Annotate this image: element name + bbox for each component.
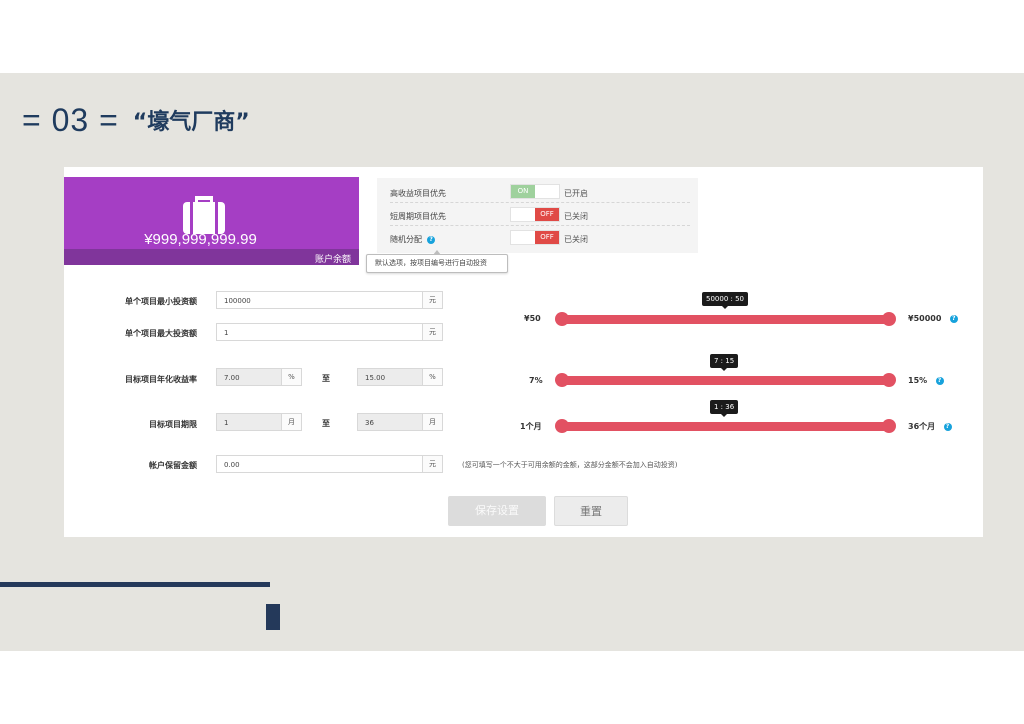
unit-yuan: 元	[422, 292, 442, 308]
slider-amount-max: ¥50000 ?	[908, 314, 958, 323]
toggle-short-term[interactable]: OFF	[510, 207, 560, 222]
reserve-input[interactable]: 0.00 元	[216, 455, 443, 473]
term-from-value: 1	[224, 419, 229, 427]
rate-to-input[interactable]: 15.00 %	[357, 368, 443, 386]
briefcase-icon	[183, 196, 225, 234]
slider-term-track[interactable]	[562, 422, 889, 431]
slider-term-min: 1个月	[520, 422, 542, 431]
reserve-label: 帐户保留金额	[149, 461, 197, 470]
random-tooltip: 默认选项，按项目编号进行自动投资	[366, 250, 508, 273]
term-from-input[interactable]: 1 月	[216, 413, 302, 431]
slider-term-max-handle[interactable]	[882, 419, 896, 433]
unit-yuan: 元	[422, 456, 442, 472]
slide-heading: = 03 = “壕气厂商”	[22, 100, 250, 140]
term-to-value: 36	[365, 419, 374, 427]
rate-to-value: 15.00	[365, 374, 386, 382]
slider-amount-track[interactable]	[562, 315, 889, 324]
slider-rate-bubble: 7 : 15	[710, 354, 739, 371]
slider-rate-max-handle[interactable]	[882, 373, 896, 387]
slider-term-bubble: 1 : 36	[710, 400, 739, 417]
unit-percent: %	[422, 369, 442, 385]
slider-rate-max-text: 15%	[908, 376, 928, 385]
rate-from-input[interactable]: 7.00 %	[216, 368, 302, 386]
option-short-term: 短周期项目优先 OFF 已关闭	[390, 203, 690, 226]
slider-rate-min-handle[interactable]	[555, 373, 569, 387]
toggle-random[interactable]: OFF	[510, 230, 560, 245]
reset-button[interactable]: 重置	[554, 496, 628, 526]
toggle-on-label: ON	[511, 185, 535, 198]
slider-amount-max-handle[interactable]	[882, 312, 896, 326]
slider-term-max: 36个月 ?	[908, 421, 952, 432]
slider-amount-max-text: ¥50000	[908, 314, 942, 323]
option-high-yield: 高收益项目优先 ON 已开启	[390, 180, 690, 203]
toggle-off-label: OFF	[535, 208, 559, 221]
min-invest-label: 单个项目最小投资额	[125, 297, 197, 306]
term-label: 目标项目期限	[149, 420, 197, 429]
auto-invest-panel: ¥999,999,999.99 账户余额 高收益项目优先 ON 已开启 短周期项…	[64, 167, 983, 537]
option-status: 已开启	[564, 189, 588, 198]
slider-rate-max: 15% ?	[908, 376, 944, 385]
toggle-off-label: OFF	[535, 231, 559, 244]
min-invest-value: 100000	[224, 297, 251, 305]
min-invest-input[interactable]: 100000 元	[216, 291, 443, 309]
max-invest-value: 1	[224, 329, 229, 337]
help-icon[interactable]: ?	[943, 422, 952, 431]
toggle-high-yield[interactable]: ON	[510, 184, 560, 199]
rate-label: 目标项目年化收益率	[125, 375, 197, 384]
slider-rate-track[interactable]	[562, 376, 889, 385]
option-label-text: 随机分配	[390, 235, 422, 244]
slider-amount-bubble: 50000 : 50	[702, 292, 748, 309]
slider-term-min-handle[interactable]	[555, 419, 569, 433]
option-status: 已关闭	[564, 235, 588, 244]
slide-number: = 03 =	[22, 101, 119, 138]
max-invest-input[interactable]: 1 元	[216, 323, 443, 341]
option-label: 随机分配 ?	[390, 234, 436, 245]
slide-title: “壕气厂商”	[132, 110, 250, 135]
save-button[interactable]: 保存设置	[448, 496, 546, 526]
balance-card: ¥999,999,999.99 账户余额	[64, 177, 359, 265]
decor-block	[266, 604, 280, 630]
slider-rate-min: 7%	[529, 376, 543, 385]
help-icon[interactable]: ?	[427, 235, 436, 244]
reserve-note: (您可填写一个不大于可用余额的金额，这部分金额不会加入自动投资)	[462, 461, 678, 469]
option-status: 已关闭	[564, 212, 588, 221]
unit-percent: %	[281, 369, 301, 385]
range-to-label: 至	[322, 419, 330, 428]
reserve-value: 0.00	[224, 461, 240, 469]
help-icon[interactable]: ?	[935, 376, 944, 385]
option-random: 随机分配 ? OFF 已关闭	[390, 226, 690, 249]
unit-yuan: 元	[422, 324, 442, 340]
unit-month: 月	[422, 414, 442, 430]
slider-amount-min-handle[interactable]	[555, 312, 569, 326]
max-invest-label: 单个项目最大投资额	[125, 329, 197, 338]
slider-amount-min: ¥50	[524, 314, 541, 323]
range-to-label: 至	[322, 374, 330, 383]
help-icon[interactable]: ?	[949, 314, 958, 323]
slider-term-max-text: 36个月	[908, 422, 936, 431]
priority-options: 高收益项目优先 ON 已开启 短周期项目优先 OFF 已关闭 随机分配 ? OF…	[377, 178, 698, 253]
balance-amount: ¥999,999,999.99	[144, 231, 257, 248]
unit-month: 月	[281, 414, 301, 430]
term-to-input[interactable]: 36 月	[357, 413, 443, 431]
rate-from-value: 7.00	[224, 374, 240, 382]
balance-label: 账户余额	[314, 255, 351, 265]
decor-line	[0, 582, 270, 587]
option-label: 高收益项目优先	[390, 189, 446, 198]
balance-label-strip: 账户余额	[64, 249, 359, 265]
option-label: 短周期项目优先	[390, 212, 446, 221]
